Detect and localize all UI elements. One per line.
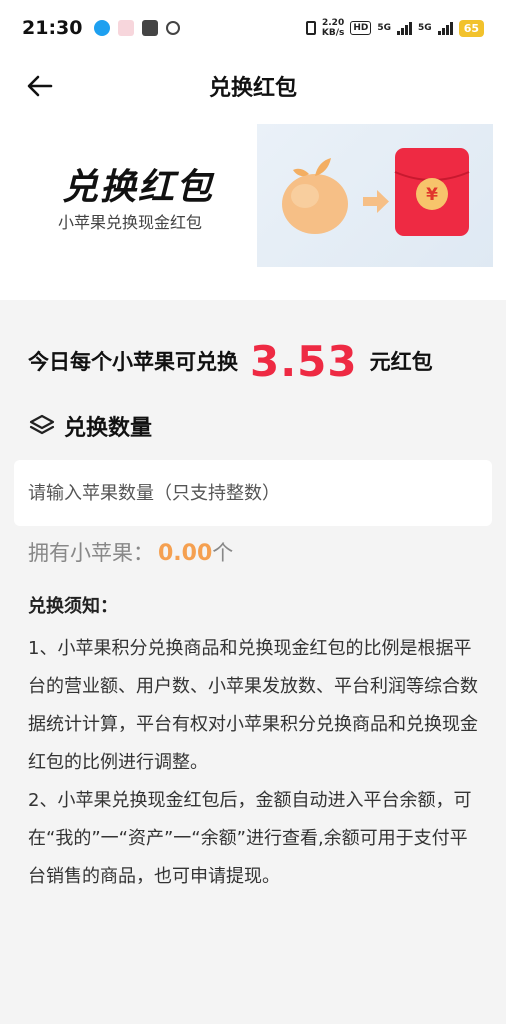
rate-suffix: 元红包 — [369, 350, 433, 374]
app-notification-icon — [118, 20, 135, 36]
network-type-2: 5G — [418, 23, 432, 33]
owned-label: 拥有小苹果： — [28, 541, 154, 565]
owned-apples-row: 拥有小苹果： 0.00 个 — [28, 537, 233, 567]
red-packet-symbol: ¥ — [426, 185, 438, 205]
layers-icon — [29, 414, 55, 435]
signal-icon-2 — [437, 21, 453, 35]
battery-indicator: 65 — [458, 19, 484, 37]
owned-value: 0.00 — [158, 541, 213, 566]
quantity-section-header: 兑换数量 — [28, 410, 152, 442]
vibrate-icon — [305, 21, 316, 35]
rate-value: 3.53 — [250, 336, 358, 386]
arrow-right-icon — [363, 190, 389, 213]
mail-icon — [142, 20, 159, 36]
status-bar: 21:30 2.20 KB/s HD 5G 5G 65 — [0, 0, 506, 56]
apple-icon — [282, 158, 348, 234]
notice-body: 1、小苹果积分兑换商品和兑换现金红包的比例是根据平台的营业额、用户数、小苹果发放… — [28, 630, 480, 896]
rate-prefix: 今日每个小苹果可兑换 — [28, 350, 238, 374]
qq-icon — [94, 20, 111, 36]
exchange-rate-row: 今日每个小苹果可兑换 3.53 元红包 — [28, 335, 433, 387]
notice-item: 2、小苹果兑换现金红包后，金额自动进入平台余额，可在“我的”一“资产”一“余额”… — [28, 790, 472, 887]
network-type-1: 5G — [377, 23, 392, 33]
notification-icons — [94, 20, 181, 36]
banner-title: 兑换红包 — [62, 167, 215, 208]
net-speed-value: 2.20 — [322, 18, 345, 28]
hotspot-icon — [166, 21, 181, 35]
net-speed-unit: KB/s — [321, 28, 345, 38]
status-right: 2.20 KB/s HD 5G 5G 65 — [305, 18, 484, 38]
quantity-section-label: 兑换数量 — [64, 416, 153, 441]
banner-subtitle: 小苹果兑换现金红包 — [58, 213, 203, 232]
net-speed: 2.20 KB/s — [322, 18, 344, 38]
apple-quantity-input[interactable] — [14, 460, 492, 526]
red-packet-icon: ¥ — [394, 148, 470, 236]
owned-unit: 个 — [212, 541, 234, 565]
page-title: 兑换红包 — [208, 76, 297, 101]
status-time: 21:30 — [22, 17, 83, 39]
notice-title: 兑换须知： — [28, 596, 118, 617]
signal-icon — [397, 21, 413, 35]
hd-badge: HD — [350, 21, 372, 35]
notice-item: 1、小苹果积分兑换商品和兑换现金红包的比例是根据平台的营业额、用户数、小苹果发放… — [28, 638, 478, 773]
banner-illustration: ¥ — [257, 124, 493, 267]
nav-bar: 兑换红包 — [0, 56, 506, 116]
